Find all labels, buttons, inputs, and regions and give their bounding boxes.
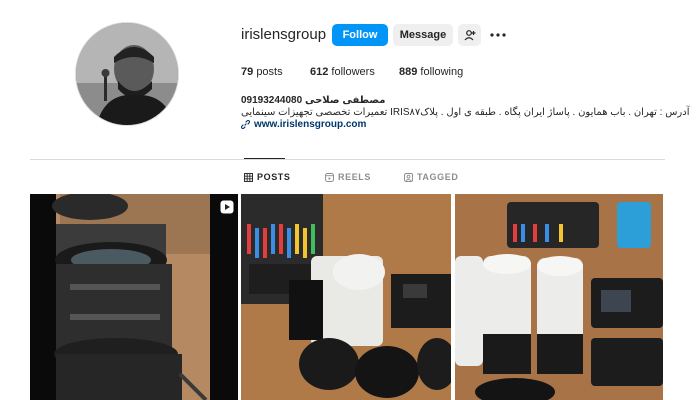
tagged-icon bbox=[404, 172, 413, 182]
active-tab-indicator bbox=[244, 158, 285, 159]
posts-stat: 79 posts bbox=[241, 66, 283, 78]
following-label: following bbox=[420, 66, 464, 78]
more-options-button[interactable] bbox=[487, 26, 509, 44]
posts-count: 79 bbox=[241, 66, 254, 78]
tab-reels-label: REELS bbox=[338, 172, 372, 182]
tab-tagged[interactable]: TAGGED bbox=[404, 172, 458, 182]
post-thumbnail[interactable] bbox=[455, 194, 663, 400]
profile-avatar[interactable] bbox=[75, 22, 179, 126]
follow-button[interactable]: Follow bbox=[332, 24, 388, 46]
add-user-icon bbox=[464, 30, 475, 41]
message-button[interactable]: Message bbox=[393, 24, 453, 46]
bio-text: تعمیرات تخصصی تجهیزات سینمایی IRISآدرس :… bbox=[241, 107, 690, 118]
posts-label: posts bbox=[256, 66, 283, 78]
link-icon bbox=[241, 120, 250, 129]
tab-tagged-label: TAGGED bbox=[417, 172, 459, 182]
suggest-accounts-button[interactable] bbox=[458, 24, 481, 46]
followers-label: followers bbox=[331, 66, 375, 78]
more-options-icon bbox=[490, 33, 506, 37]
profile-divider bbox=[30, 159, 665, 160]
post-thumbnail[interactable] bbox=[30, 194, 238, 400]
bio-link-text: www.irislensgroup.com bbox=[254, 119, 367, 130]
bio-name: 09193244080 مصطفی صلاحی bbox=[241, 95, 386, 106]
following-count: 889 bbox=[399, 66, 418, 78]
bio-website-link[interactable]: www.irislensgroup.com bbox=[241, 119, 366, 130]
followers-count: 612 bbox=[310, 66, 329, 78]
profile-username: irislensgroup bbox=[241, 26, 327, 43]
post-thumbnail[interactable] bbox=[241, 194, 451, 400]
tab-posts-label: POSTS bbox=[257, 172, 291, 182]
tab-reels[interactable]: REELS bbox=[325, 172, 371, 182]
reels-icon bbox=[325, 172, 334, 182]
followers-stat[interactable]: 612 followers bbox=[310, 66, 375, 78]
grid-icon bbox=[244, 172, 253, 182]
reel-icon bbox=[220, 200, 234, 214]
following-stat[interactable]: 889 following bbox=[399, 66, 463, 78]
tab-posts[interactable]: POSTS bbox=[244, 172, 291, 182]
